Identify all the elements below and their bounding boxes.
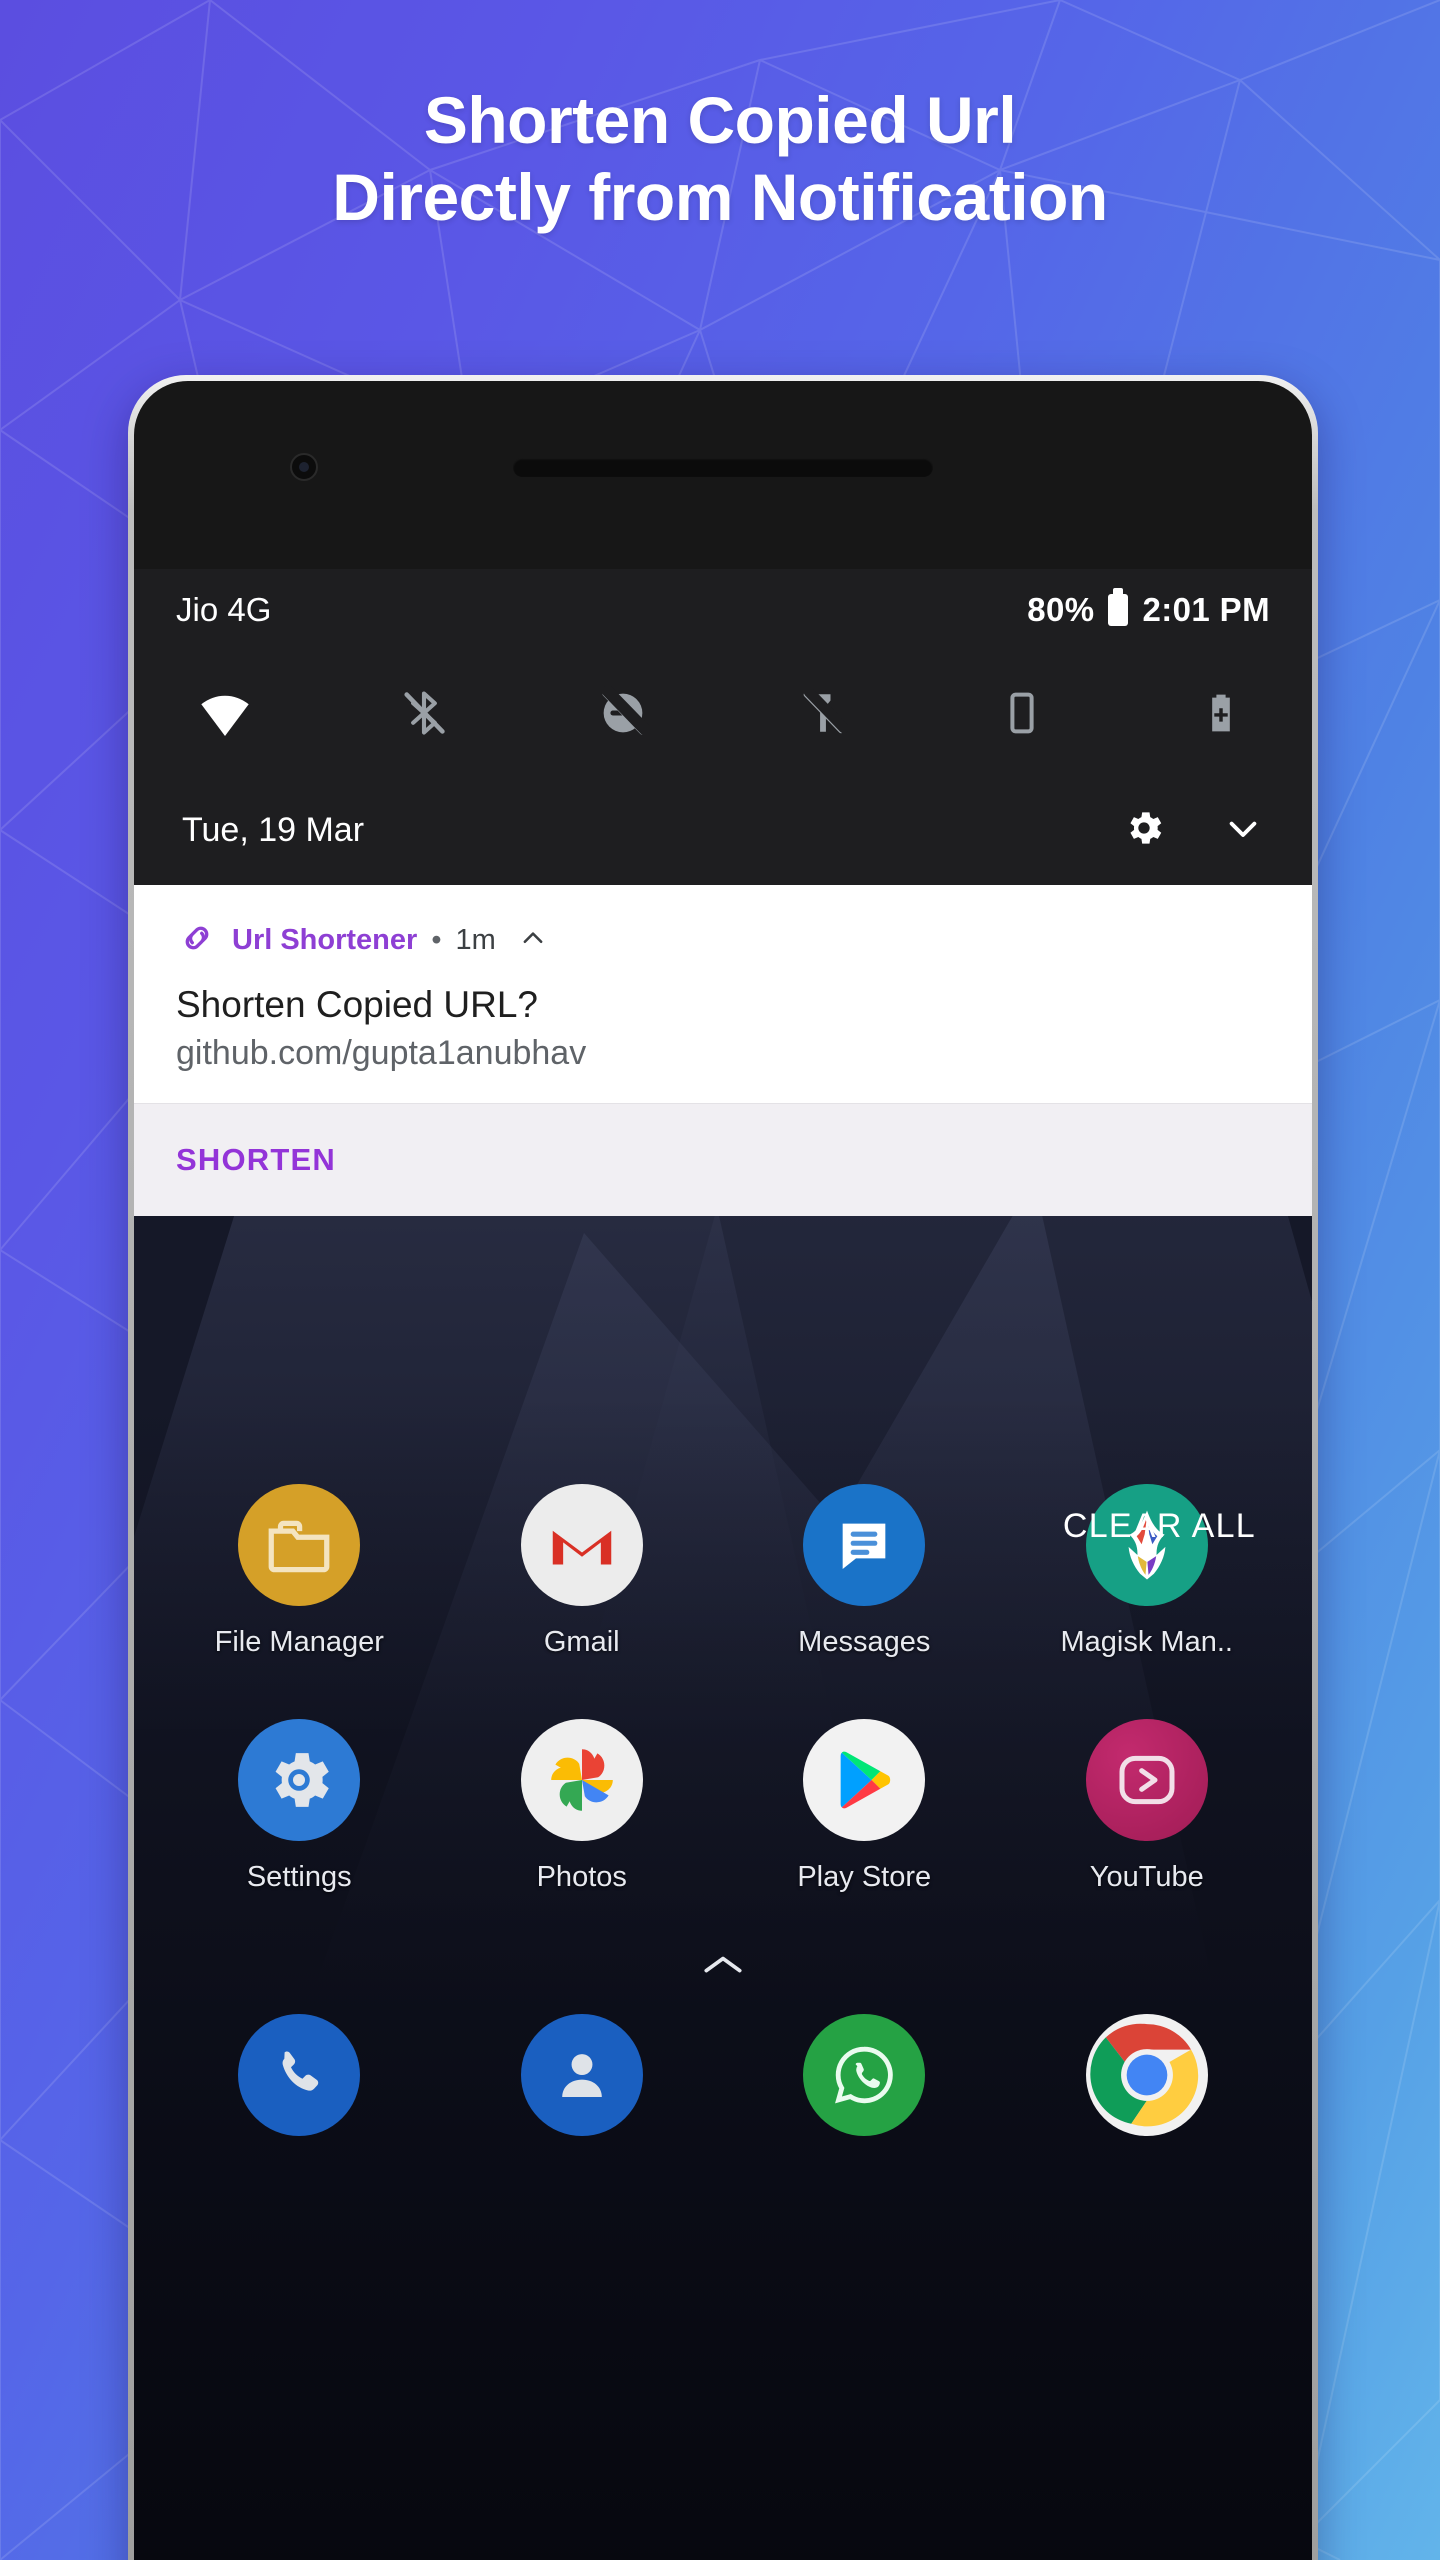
carrier-label: Jio 4G <box>176 591 272 628</box>
home-screen-apps: File Manager Gmail Messages Magisk Man..… <box>134 1484 1312 2136</box>
app-label: Magisk Man.. <box>1060 1626 1233 1658</box>
app-label: Play Store <box>797 1861 932 1893</box>
app-row: Settings Photos Play Store YouTube <box>134 1719 1312 1894</box>
chevron-up-icon[interactable] <box>518 923 548 958</box>
status-bar: Jio 4G 80% 2:01 PM <box>134 569 1312 651</box>
promo-screenshot: Shorten Copied Url Directly from Notific… <box>0 0 1440 2560</box>
app-label: YouTube <box>1089 1861 1204 1893</box>
front-camera <box>290 453 318 481</box>
phone-body: File Manager Gmail Messages Magisk Man..… <box>134 381 1312 2560</box>
gear-icon[interactable] <box>1122 806 1166 855</box>
chrome-icon <box>1085 2014 1208 2136</box>
app-photos[interactable]: Photos <box>467 1719 697 1894</box>
app-youtube[interactable]: YouTube <box>1032 1719 1262 1894</box>
headline-line-2: Directly from Notification <box>332 160 1108 235</box>
headline-line-1: Shorten Copied Url <box>423 83 1017 157</box>
shade-date-row: Tue, 19 Mar <box>134 775 1312 885</box>
battery-percent-label: 80% <box>1027 591 1095 628</box>
battery-saver-icon[interactable] <box>1190 682 1252 744</box>
youtube-icon <box>1085 1719 1208 1841</box>
notification-shade: Jio 4G 80% 2:01 PM Tue, 19 Mar Url Short… <box>134 569 1312 1216</box>
app-label: Messages <box>798 1626 931 1658</box>
battery-icon <box>1108 588 1129 626</box>
notification-card[interactable]: Url Shortener • 1m Shorten Copied URL? g… <box>134 885 1312 1216</box>
app-settings[interactable]: Settings <box>184 1719 414 1894</box>
chevron-down-icon[interactable] <box>1222 807 1264 854</box>
settings-icon <box>238 1719 361 1841</box>
phone-icon <box>238 2014 361 2136</box>
shade-actions <box>1122 806 1264 855</box>
app-label: Photos <box>536 1861 627 1893</box>
shade-date-label: Tue, 19 Mar <box>182 810 365 849</box>
chevron-up-icon <box>704 1956 742 1973</box>
notification-app-name: Url Shortener <box>232 924 418 956</box>
app-play-store[interactable]: Play Store <box>749 1719 979 1894</box>
earpiece-speaker <box>513 458 933 477</box>
shorten-button[interactable]: SHORTEN <box>176 1142 336 1177</box>
phone-screen: File Manager Gmail Messages Magisk Man..… <box>134 569 1312 2560</box>
page-title: Shorten Copied Url Directly from Notific… <box>0 82 1440 236</box>
notification-actions: SHORTEN <box>134 1103 1312 1216</box>
notification-time: 1m <box>455 924 496 956</box>
phone-mockup: File Manager Gmail Messages Magisk Man..… <box>128 375 1318 2560</box>
app-label: Settings <box>246 1861 352 1893</box>
dock-app-phone[interactable] <box>184 2014 414 2136</box>
notification-header: Url Shortener • 1m <box>176 917 1270 964</box>
bluetooth-off-icon[interactable] <box>393 682 455 744</box>
whatsapp-icon <box>803 2014 926 2136</box>
quick-settings-row <box>134 651 1312 775</box>
flashlight-off-icon[interactable] <box>792 682 854 744</box>
dock <box>134 2008 1312 2136</box>
notification-body-text: github.com/gupta1anubhav <box>176 1034 587 1072</box>
status-bar-right: 80% 2:01 PM <box>1027 588 1270 629</box>
link-chain-icon <box>176 917 218 964</box>
do-not-disturb-off-icon[interactable] <box>592 682 654 744</box>
app-drawer-handle[interactable] <box>134 1930 1312 2008</box>
play-store-icon <box>803 1719 926 1841</box>
dock-app-whatsapp[interactable] <box>749 2014 979 2136</box>
notification-title: Shorten Copied URL? <box>176 984 538 1025</box>
contacts-icon <box>520 2014 643 2136</box>
clear-all-row: CLEAR ALL <box>134 1463 1312 1570</box>
app-label: File Manager <box>214 1626 384 1658</box>
notification-separator: • <box>431 924 442 956</box>
wifi-icon[interactable] <box>194 682 256 744</box>
notification-content[interactable]: Url Shortener • 1m Shorten Copied URL? g… <box>134 885 1312 1103</box>
dock-app-contacts[interactable] <box>467 2014 697 2136</box>
clear-all-button[interactable]: CLEAR ALL <box>1063 1507 1256 1546</box>
app-label: Gmail <box>543 1626 620 1658</box>
clock-label: 2:01 PM <box>1142 591 1270 628</box>
auto-rotate-icon[interactable] <box>991 682 1053 744</box>
photos-icon <box>520 1719 643 1841</box>
dock-app-chrome[interactable] <box>1032 2014 1262 2136</box>
